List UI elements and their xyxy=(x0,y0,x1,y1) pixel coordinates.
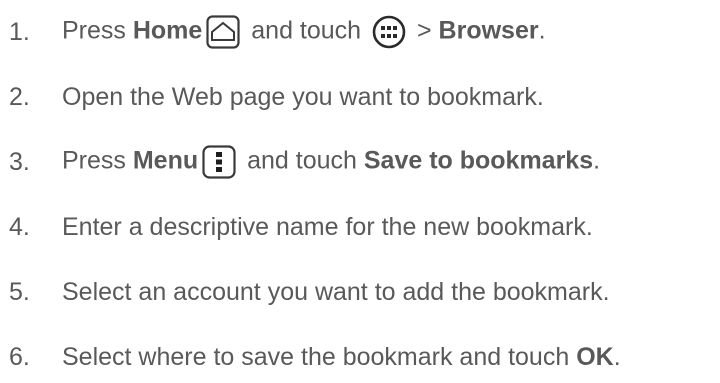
step-number: 5. xyxy=(9,277,30,306)
step-number: 1. xyxy=(9,17,30,46)
step-text-segment: Open the Web page you want to bookmark. xyxy=(62,82,544,111)
step-number: 4. xyxy=(9,212,30,241)
step-2: 2. Open the Web page you want to bookmark… xyxy=(0,77,544,117)
step-keyword: OK xyxy=(576,342,614,371)
step-keyword: Menu xyxy=(132,146,199,175)
step-text: Select where to save the bookmark and to… xyxy=(62,343,621,372)
step-text-segment: and touch xyxy=(240,146,364,175)
step-number: 2. xyxy=(9,82,30,111)
step-6: 6. Select where to save the bookmark and … xyxy=(0,337,621,377)
step-text: Select an account you want to add the bo… xyxy=(62,278,610,307)
menu-key-icon xyxy=(202,145,236,179)
step-3: 3. Press Menu and touch Save to bookmarks… xyxy=(0,142,600,182)
apps-launcher-icon xyxy=(372,15,406,49)
step-text-segment: . xyxy=(613,342,621,371)
home-key-icon xyxy=(206,15,240,49)
step-text: Press Home and touch > Browser. xyxy=(62,15,546,49)
step-text: Enter a descriptive name for the new boo… xyxy=(62,213,593,242)
step-keyword: Save to bookmarks xyxy=(363,146,594,175)
step-keyword: Browser xyxy=(438,16,539,45)
step-text: Press Menu and touch Save to bookmarks. xyxy=(62,145,600,179)
step-text: Open the Web page you want to bookmark. xyxy=(62,83,544,112)
step-text-segment: . xyxy=(538,16,546,45)
step-4: 4. Enter a descriptive name for the new b… xyxy=(0,207,593,247)
step-number: 6. xyxy=(9,342,30,371)
step-keyword: Home xyxy=(132,16,203,45)
step-text-segment: Press xyxy=(62,16,133,45)
step-text-segment: Select where to save the bookmark and to… xyxy=(62,342,577,371)
step-text-segment: and touch xyxy=(244,16,369,45)
step-text-segment: > xyxy=(410,16,439,45)
step-5: 5. Select an account you want to add the … xyxy=(0,272,610,312)
step-text-segment: Enter a descriptive name for the new boo… xyxy=(62,212,593,241)
step-text-segment: Select an account you want to add the bo… xyxy=(62,277,610,306)
step-number: 3. xyxy=(9,147,30,176)
step-text-segment: . xyxy=(593,146,601,175)
step-1: 1. Press Home and touch > Browser. xyxy=(0,12,546,52)
step-text-segment: Press xyxy=(62,146,133,175)
